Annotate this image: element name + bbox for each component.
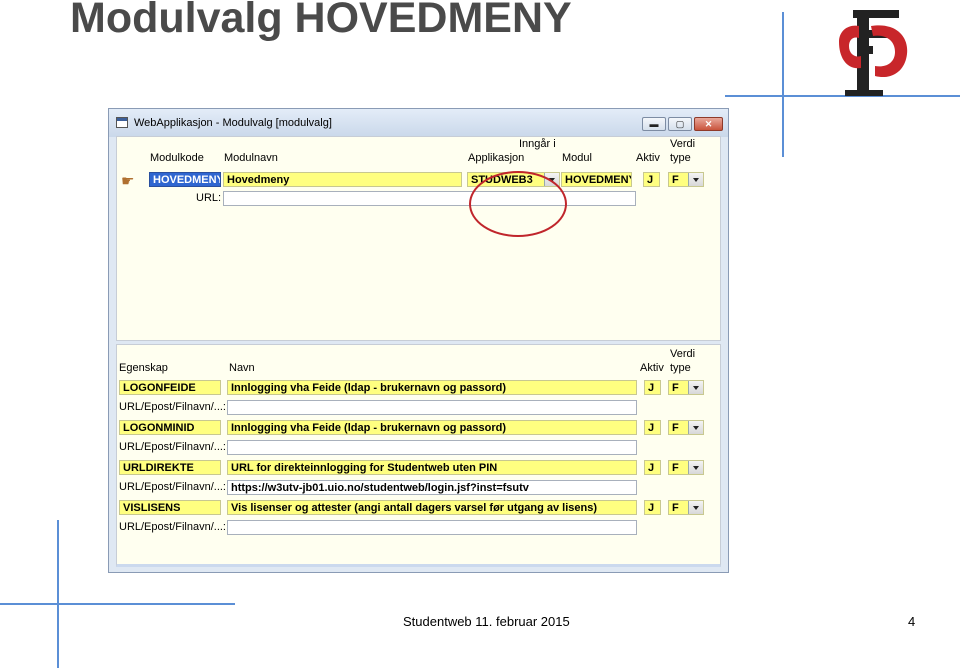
header-inngar-i: Inngår i — [519, 138, 556, 150]
url-label: URL/Epost/Filnavn/...: — [119, 481, 226, 493]
egenskap-field[interactable]: LOGONFEIDE — [119, 380, 221, 395]
application-window: WebApplikasjon - Modulvalg [modulvalg] ▬… — [108, 108, 729, 573]
aktiv-field[interactable]: J — [644, 500, 661, 515]
header-aktiv: Aktiv — [636, 152, 660, 164]
url-input[interactable]: https://w3utv-jb01.uio.no/studentweb/log… — [227, 480, 637, 495]
properties-panel: Egenskap Navn Aktiv Verdi type LOGONFEID… — [116, 344, 721, 567]
chevron-down-icon[interactable] — [688, 421, 703, 434]
close-button[interactable]: ✕ — [694, 117, 723, 131]
header-applikasjon: Applikasjon — [468, 152, 525, 164]
header-aktiv: Aktiv — [640, 362, 664, 374]
egenskap-field[interactable]: LOGONMINID — [119, 420, 221, 435]
chevron-down-icon[interactable] — [688, 461, 703, 474]
url-label: URL: — [196, 192, 222, 204]
url-label: URL/Epost/Filnavn/...: — [119, 401, 226, 413]
header-modulnavn: Modulnavn — [224, 152, 278, 164]
navn-field[interactable]: URL for direkteinnlogging for Studentweb… — [227, 460, 637, 475]
page-number: 4 — [908, 614, 916, 629]
navn-field[interactable]: Innlogging vha Feide (ldap - brukernavn … — [227, 380, 637, 395]
url-input[interactable] — [227, 400, 637, 415]
module-panel: Modulkode Modulnavn Inngår i Applikasjon… — [116, 136, 721, 341]
highlight-circle — [469, 171, 567, 237]
maximize-button[interactable]: ▢ — [668, 117, 692, 131]
modulkode-field[interactable]: HOVEDMENY — [149, 172, 221, 187]
url-input[interactable] — [223, 191, 636, 206]
header-modulkode: Modulkode — [150, 152, 204, 164]
header-egenskap: Egenskap — [119, 362, 168, 374]
type-value: F — [672, 502, 679, 514]
modulnavn-field[interactable]: Hovedmeny — [223, 172, 462, 187]
chevron-down-icon[interactable] — [688, 173, 703, 186]
aktiv-field[interactable]: J — [644, 420, 661, 435]
egenskap-field[interactable]: VISLISENS — [119, 500, 221, 515]
header-type: type — [670, 362, 691, 374]
minimize-button[interactable]: ▬ — [642, 117, 666, 131]
header-verdi: Verdi — [670, 348, 696, 360]
header-verdi: Verdi — [670, 138, 696, 150]
aktiv-field[interactable]: J — [644, 380, 661, 395]
url-input[interactable] — [227, 440, 637, 455]
type-select[interactable]: F — [668, 460, 704, 475]
type-select[interactable]: F — [668, 420, 704, 435]
navn-field[interactable]: Innlogging vha Feide (ldap - brukernavn … — [227, 420, 637, 435]
type-select[interactable]: F — [668, 500, 704, 515]
url-label: URL/Epost/Filnavn/...: — [119, 441, 226, 453]
aktiv-field[interactable]: J — [644, 460, 661, 475]
app-window-icon — [116, 117, 128, 128]
type-value: F — [672, 382, 679, 394]
header-type: type — [670, 152, 691, 164]
chevron-down-icon[interactable] — [688, 501, 703, 514]
navn-field[interactable]: Vis lisenser og attester (angi antall da… — [227, 500, 637, 515]
footer-center-text: Studentweb 11. februar 2015 — [403, 614, 570, 629]
fs-logo-icon — [839, 10, 908, 96]
deco-line-bottom-vertical — [57, 520, 59, 668]
egenskap-field[interactable]: URLDIREKTE — [119, 460, 221, 475]
verdi-type-value: F — [672, 174, 679, 186]
verdi-type-select[interactable]: F — [668, 172, 704, 187]
deco-line-bottom-horizontal — [0, 603, 235, 605]
slide-title: Modulvalg HOVEDMENY — [70, 0, 572, 42]
chevron-down-icon[interactable] — [688, 381, 703, 394]
type-select[interactable]: F — [668, 380, 704, 395]
window-titlebar[interactable]: WebApplikasjon - Modulvalg [modulvalg] ▬… — [109, 109, 728, 137]
pointing-hand-icon: ☛ — [121, 173, 135, 190]
type-value: F — [672, 462, 679, 474]
url-input[interactable] — [227, 520, 637, 535]
type-value: F — [672, 422, 679, 434]
aktiv-field[interactable]: J — [643, 172, 660, 187]
deco-line-top-vertical — [782, 12, 784, 157]
window-title: WebApplikasjon - Modulvalg [modulvalg] — [134, 117, 332, 129]
header-navn: Navn — [229, 362, 255, 374]
url-label: URL/Epost/Filnavn/...: — [119, 521, 226, 533]
header-modul: Modul — [562, 152, 592, 164]
modul-field[interactable]: HOVEDMENY — [561, 172, 632, 187]
